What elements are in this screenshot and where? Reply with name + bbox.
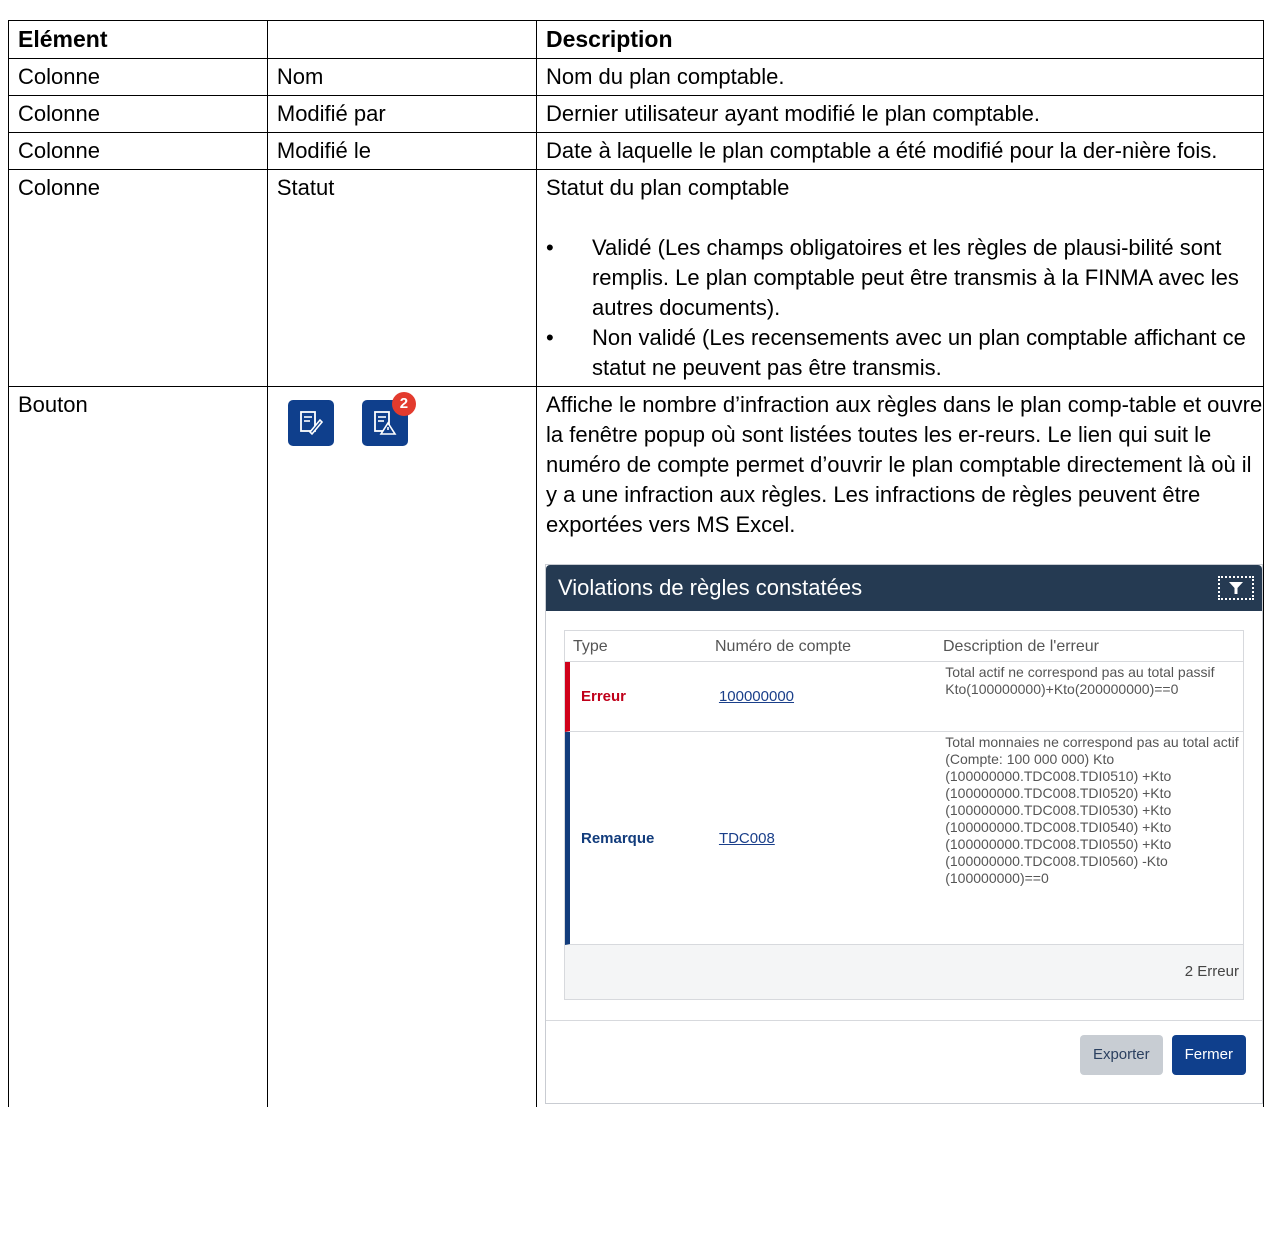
rules-violations-button[interactable]: 2 bbox=[361, 392, 416, 446]
status-list: Validé (Les champs obligatoires et les r… bbox=[546, 233, 1263, 383]
popup-actions: Exporter Fermer bbox=[1079, 1035, 1246, 1075]
popup-divider bbox=[545, 1020, 1262, 1021]
status-intro: Statut du plan comptable bbox=[545, 175, 790, 200]
button-icons: 2 bbox=[277, 390, 527, 446]
account-link[interactable]: 100000000 bbox=[719, 688, 794, 705]
filter-button[interactable] bbox=[1217, 576, 1254, 600]
table-row: Remarque TDC008 Total monnaies ne corres… bbox=[564, 732, 1243, 945]
table-row: Colonne Statut Statut du plan comptable … bbox=[8, 169, 1264, 387]
row-name: Modifié le bbox=[266, 132, 537, 170]
list-item: Non validé (Les recensements avec un pla… bbox=[546, 323, 1263, 383]
table-row: Colonne Nom Nom du plan comptable. bbox=[8, 58, 1264, 96]
list-item: Validé (Les champs obligatoires et les r… bbox=[546, 233, 1263, 323]
table-row: Bouton 2 Affiche le nombre d’infraction … bbox=[8, 386, 1264, 1107]
row-description-button: Affiche le nombre d’infraction aux règle… bbox=[535, 386, 1264, 1107]
table-row: Colonne Modifié par Dernier utilisateur … bbox=[8, 95, 1264, 133]
row-element: Colonne bbox=[8, 58, 268, 96]
col-type: Type bbox=[572, 637, 608, 655]
row-account-cell: TDC008 bbox=[719, 732, 945, 944]
row-name: Modifié par bbox=[266, 95, 537, 133]
rules-violations-popup: Violations de règles constatées Type Num… bbox=[544, 564, 1263, 1104]
row-type: Remarque bbox=[580, 829, 655, 847]
header-name bbox=[266, 20, 537, 59]
popup-header: Violations de règles constatées bbox=[545, 565, 1262, 611]
row-account-cell: 100000000 bbox=[719, 662, 945, 731]
row-description-status: Statut du plan comptable Validé (Les cha… bbox=[535, 169, 1264, 387]
rules-check-icon bbox=[299, 411, 323, 436]
close-button[interactable]: Fermer bbox=[1171, 1035, 1246, 1075]
header-description: Description bbox=[535, 20, 1264, 59]
row-element: Colonne bbox=[8, 132, 268, 170]
row-error-description: Total monnaies ne correspond pas au tota… bbox=[945, 734, 1239, 886]
row-name: Statut bbox=[266, 169, 537, 387]
row-description: Dernier utilisateur ayant modifié le pla… bbox=[535, 95, 1264, 133]
error-count: 2 Erreur bbox=[564, 945, 1243, 999]
table-row: Colonne Modifié le Date à laquelle le pl… bbox=[8, 132, 1264, 170]
export-button[interactable]: Exporter bbox=[1079, 1035, 1163, 1075]
header-element: Elément bbox=[8, 20, 268, 59]
row-description: Date à laquelle le plan comptable a été … bbox=[535, 132, 1264, 170]
col-account: Numéro de compte bbox=[714, 637, 852, 655]
popup-body: Type Numéro de compte Description de l'e… bbox=[546, 611, 1262, 1000]
row-element: Colonne bbox=[8, 95, 268, 133]
row-error-description: Total actif ne correspond pas au total p… bbox=[945, 664, 1215, 697]
account-link[interactable]: TDC008 bbox=[719, 830, 775, 847]
row-name-icons: 2 bbox=[266, 386, 537, 1107]
row-element: Colonne bbox=[8, 169, 268, 387]
description-table: Elément Description Colonne Nom Nom du p… bbox=[8, 20, 1264, 1107]
row-element: Bouton bbox=[8, 386, 268, 1107]
button-description: Affiche le nombre d’infraction aux règle… bbox=[545, 392, 1263, 537]
table-header-row: Elément Description bbox=[8, 20, 1264, 59]
row-description: Nom du plan comptable. bbox=[535, 58, 1264, 96]
violations-badge: 2 bbox=[391, 392, 416, 416]
filter-icon bbox=[1228, 582, 1243, 594]
table-row: Erreur 100000000 Total actif ne correspo… bbox=[564, 662, 1243, 732]
row-name: Nom bbox=[266, 58, 537, 96]
popup-title: Violations de règles constatées bbox=[557, 575, 863, 600]
row-type: Erreur bbox=[580, 688, 627, 705]
col-description: Description de l'erreur bbox=[942, 637, 1099, 655]
rules-violations-icon bbox=[373, 411, 397, 435]
violations-table: Type Numéro de compte Description de l'e… bbox=[563, 630, 1244, 1000]
violations-table-header: Type Numéro de compte Description de l'e… bbox=[564, 631, 1243, 662]
rules-check-button[interactable] bbox=[287, 400, 334, 446]
